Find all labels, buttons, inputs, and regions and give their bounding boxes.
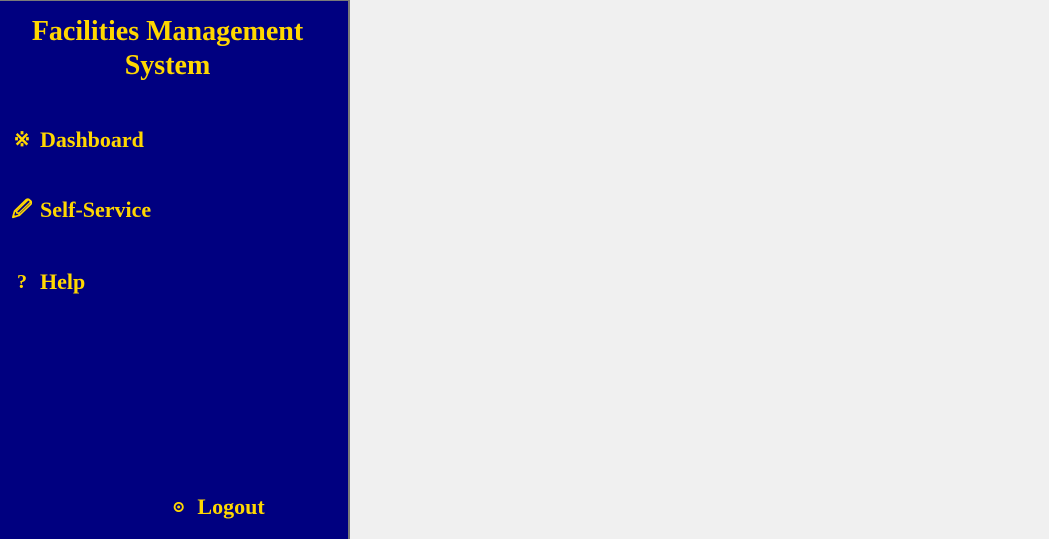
app-title: Facilities Management System — [31, 16, 304, 81]
logout-label: Logout — [197, 494, 265, 519]
app-window: Facilities Management System ※ Dashboard… — [0, 0, 1049, 539]
sidebar: Facilities Management System ※ Dashboard… — [0, 0, 350, 539]
sidebar-item-label: Help — [40, 269, 86, 294]
sidebar-item-label: Self-Service — [40, 197, 152, 222]
sidebar-item-help[interactable]: ? Help — [10, 269, 85, 295]
sidebar-item-label: Dashboard — [40, 127, 144, 152]
dashboard-icon: ※ — [13, 129, 31, 151]
sidebar-item-dashboard[interactable]: ※ Dashboard — [10, 127, 144, 153]
logout-button[interactable]: ⊙ Logout — [172, 494, 265, 520]
power-icon: ⊙ — [172, 499, 186, 516]
main-content — [352, 0, 1049, 539]
wrench-icon: 🖉 — [11, 199, 33, 221]
sidebar-item-self-service[interactable]: 🖉 Self-Service — [10, 197, 151, 223]
help-icon: ? — [17, 271, 27, 293]
